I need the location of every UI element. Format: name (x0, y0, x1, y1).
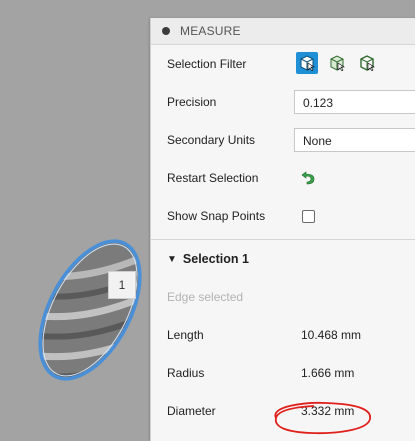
selection-filter-label: Selection Filter (167, 57, 247, 71)
restart-arrow-icon[interactable] (300, 169, 316, 185)
selection-title: Selection 1 (182, 252, 249, 266)
length-label: Length (167, 328, 204, 342)
panel-collapse-icon[interactable] (162, 27, 170, 35)
secondary-units-label: Secondary Units (167, 133, 256, 147)
panel-header[interactable]: MEASURE (151, 18, 415, 45)
annotation-circle (274, 401, 371, 435)
precision-dropdown[interactable]: 0.123 (294, 90, 415, 114)
panel-title: MEASURE (180, 24, 241, 38)
selection-filter-row: Selection Filter (151, 45, 415, 83)
secondary-units-dropdown[interactable]: None (294, 128, 415, 152)
show-snap-points-label: Show Snap Points (167, 209, 266, 223)
diameter-label: Diameter (167, 404, 216, 418)
precision-row: Precision 0.123 (151, 83, 415, 121)
selection-status: Edge selected (167, 290, 244, 304)
measure-panel: MEASURE Selection Filter Precision 0.123… (150, 18, 415, 441)
length-value: 10.468 mm (301, 328, 362, 342)
measurement-row: Radius 1.666 mm (151, 354, 415, 392)
secondary-units-row: Secondary Units None (151, 121, 415, 159)
restart-selection-label: Restart Selection (167, 171, 259, 185)
selection-status-row: Edge selected (151, 278, 415, 316)
select-face-icon[interactable] (326, 52, 348, 74)
restart-selection-row: Restart Selection (151, 159, 415, 197)
selection-marker-label: 1 (108, 271, 136, 299)
radius-label: Radius (167, 366, 205, 380)
measurement-row: Length 10.468 mm (151, 316, 415, 354)
selection-section-header[interactable]: ▼ Selection 1 (151, 240, 415, 278)
radius-value: 1.666 mm (301, 366, 355, 380)
select-body-icon[interactable] (296, 52, 318, 74)
select-edge-icon[interactable] (356, 52, 378, 74)
show-snap-points-checkbox[interactable] (302, 210, 315, 223)
show-snap-points-row: Show Snap Points (151, 197, 415, 235)
precision-label: Precision (167, 95, 217, 109)
caret-down-icon[interactable]: ▼ (167, 254, 177, 265)
